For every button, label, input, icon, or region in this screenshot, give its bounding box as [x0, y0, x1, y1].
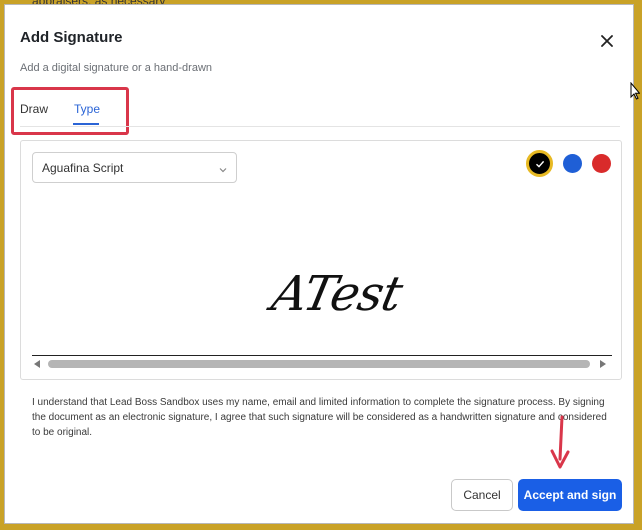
signature-panel: Aguafina Script ATest: [20, 140, 622, 380]
mouse-cursor-icon: [630, 82, 640, 100]
tab-draw[interactable]: Draw: [20, 102, 48, 116]
signature-baseline: [32, 355, 612, 356]
scroll-right-arrow[interactable]: [600, 360, 606, 368]
close-button[interactable]: [597, 31, 617, 51]
cancel-button[interactable]: Cancel: [451, 479, 513, 511]
dialog-subtitle: Add a digital signature or a hand-drawn: [20, 62, 213, 74]
font-select[interactable]: Aguafina Script: [32, 152, 237, 183]
arrow-annotation-icon: [550, 415, 570, 469]
active-tab-indicator: [73, 123, 99, 125]
color-swatch-red[interactable]: [592, 154, 611, 173]
dialog-title: Add Signature: [20, 29, 123, 46]
close-icon: [601, 35, 613, 47]
signature-preview: ATest: [267, 266, 407, 322]
check-icon: [535, 160, 544, 168]
color-swatch-black[interactable]: [526, 150, 553, 177]
scroll-left-arrow[interactable]: [34, 360, 40, 368]
chevron-down-icon: [218, 162, 228, 180]
consent-text: I understand that Lead Boss Sandbox uses…: [32, 397, 607, 438]
color-swatch-blue[interactable]: [563, 154, 582, 173]
horizontal-scrollbar[interactable]: [48, 360, 590, 368]
accept-and-sign-button[interactable]: Accept and sign: [518, 479, 622, 511]
add-signature-dialog: Add Signature Add a digital signature or…: [4, 4, 634, 524]
font-select-value: Aguafina Script: [42, 161, 124, 175]
tab-type[interactable]: Type: [74, 102, 100, 116]
tabs-divider: [20, 126, 620, 127]
